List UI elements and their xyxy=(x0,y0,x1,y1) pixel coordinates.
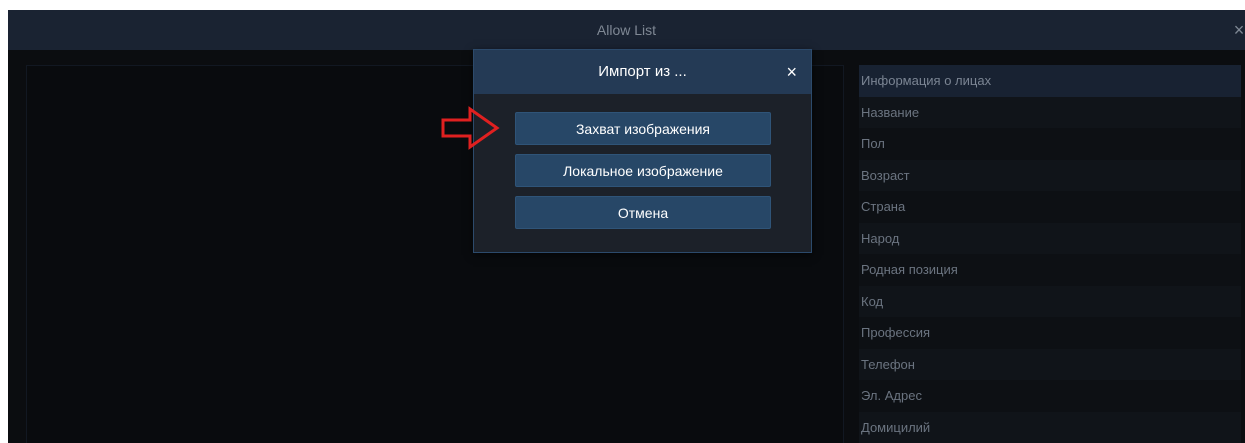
close-icon[interactable]: × xyxy=(786,50,797,94)
info-field-birthplace: Родная позиция xyxy=(859,254,1241,286)
info-field-nationality: Народ xyxy=(859,222,1241,254)
import-dialog-title: Импорт из ... xyxy=(598,63,687,80)
info-field-profession: Профессия xyxy=(859,317,1241,349)
window-close-icon[interactable]: × xyxy=(1231,10,1245,50)
window-title: Allow List xyxy=(596,22,657,38)
info-field-age: Возраст xyxy=(859,159,1241,191)
info-field-phone: Телефон xyxy=(859,348,1241,380)
red-outline-arrow-right-icon xyxy=(441,106,500,150)
info-field-name: Название xyxy=(859,96,1241,128)
face-info-header: Информация о лицах xyxy=(859,65,1241,97)
import-dialog-header: Импорт из ... × xyxy=(474,50,811,94)
import-from-dialog: Импорт из ... × Захват изображения Локал… xyxy=(473,49,812,253)
local-image-button[interactable]: Локальное изображение xyxy=(515,154,771,187)
info-field-code: Код xyxy=(859,285,1241,317)
info-field-domicile: Домицилий xyxy=(859,411,1241,443)
capture-image-button[interactable]: Захват изображения xyxy=(515,112,771,145)
info-field-email: Эл. Адрес xyxy=(859,380,1241,412)
info-field-country: Страна xyxy=(859,191,1241,223)
info-field-gender: Пол xyxy=(859,128,1241,160)
cancel-button[interactable]: Отмена xyxy=(515,196,771,229)
face-info-panel: Информация о лицах Название Пол Возраст … xyxy=(859,65,1241,443)
window-titlebar: Allow List × xyxy=(8,10,1245,50)
